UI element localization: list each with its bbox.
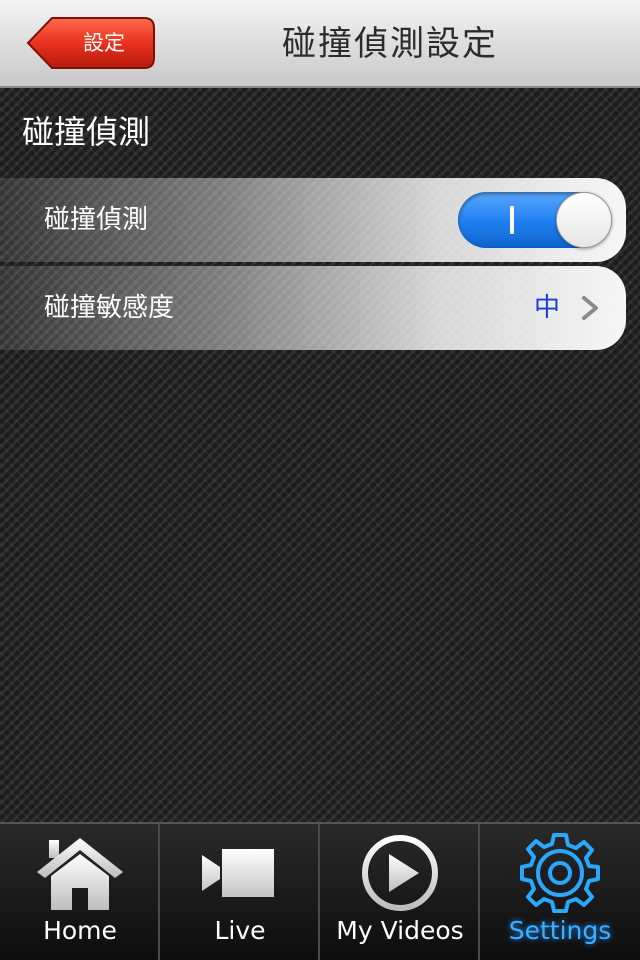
tab-settings[interactable]: Settings [480, 824, 640, 960]
collision-sensitivity-label: 碰撞敏感度 [44, 293, 175, 323]
toggle-knob [556, 192, 612, 248]
tab-my-videos[interactable]: My Videos [320, 824, 480, 960]
back-button[interactable]: 設定 [26, 16, 156, 70]
tab-bar: Home Live My Videos Settings [0, 822, 640, 960]
collision-detection-label: 碰撞偵測 [44, 205, 149, 235]
collision-sensitivity-row[interactable]: 碰撞敏感度 中 [0, 266, 626, 350]
tab-live-label: Live [214, 916, 266, 945]
collision-detection-toggle[interactable] [458, 192, 612, 248]
collision-sensitivity-value: 中 [533, 293, 560, 323]
tab-home[interactable]: Home [0, 824, 160, 960]
tab-home-label: Home [43, 916, 117, 945]
chevron-right-icon [582, 296, 598, 320]
home-icon [37, 838, 123, 910]
play-icon [362, 835, 438, 911]
gear-icon [520, 833, 600, 913]
section-header: 碰撞偵測 [22, 113, 151, 151]
toggle-on-indicator [510, 206, 514, 234]
back-button-label: 設定 [83, 31, 125, 55]
tab-settings-label: Settings [508, 916, 612, 945]
collision-detection-row: 碰撞偵測 [0, 178, 626, 262]
page-title: 碰撞偵測設定 [282, 24, 498, 64]
tab-live[interactable]: Live [160, 824, 320, 960]
settings-group: 碰撞偵測 碰撞敏感度 中 [0, 178, 626, 354]
video-camera-icon [202, 849, 274, 897]
navigation-bar: 設定 碰撞偵測設定 [0, 0, 640, 88]
app-screen: 設定 碰撞偵測設定 碰撞偵測 碰撞偵測 碰撞敏感度 中 Home Live My… [0, 0, 640, 960]
tab-my-videos-label: My Videos [336, 916, 464, 945]
